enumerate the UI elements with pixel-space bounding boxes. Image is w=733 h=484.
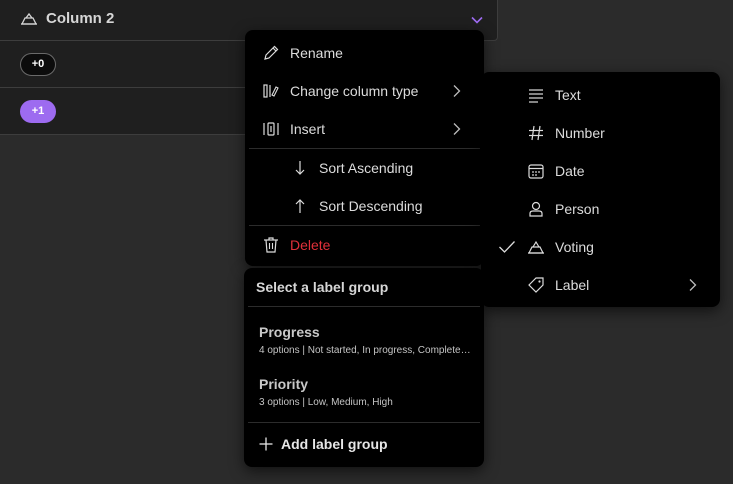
tag-icon [527, 276, 545, 294]
sort-descending-menu-item[interactable]: Sort Descending [245, 187, 484, 225]
plus-icon [259, 437, 273, 451]
hash-icon [527, 124, 545, 142]
label-group-option[interactable]: Priority 3 options | Low, Medium, High [244, 372, 484, 414]
column-title: Column 2 [20, 10, 114, 27]
table-row: +1 [0, 88, 248, 135]
arrow-up-icon [291, 197, 309, 215]
insert-menu-item[interactable]: Insert [245, 110, 484, 148]
chevron-down-icon[interactable] [470, 13, 484, 27]
table-row: +0 [0, 41, 248, 88]
rename-label: Rename [290, 45, 343, 61]
chevron-right-icon [688, 278, 698, 292]
type-option-text[interactable]: Text [481, 76, 720, 114]
menu-divider [248, 306, 480, 307]
add-label-group-label: Add label group [281, 436, 388, 452]
column-context-menu: Rename Change column type Insert Sort As… [245, 30, 484, 266]
type-option-label: Voting [555, 239, 594, 255]
type-option-person[interactable]: Person [481, 190, 720, 228]
type-option-label: Label [555, 277, 590, 293]
label-group-description: 4 options | Not started, In progress, Co… [259, 345, 474, 356]
pencil-icon [262, 44, 280, 62]
calendar-icon [527, 162, 545, 180]
insert-column-icon [262, 120, 280, 138]
label-group-description: 3 options | Low, Medium, High [259, 397, 393, 408]
label-group-title: Select a label group [256, 279, 389, 295]
type-option-label-type[interactable]: Label [481, 266, 720, 304]
trash-icon [262, 236, 280, 254]
label-group-option[interactable]: Progress 4 options | Not started, In pro… [244, 320, 484, 362]
label-group-name: Progress [259, 324, 320, 340]
vote-count-button[interactable]: +0 [20, 53, 56, 76]
type-option-date[interactable]: Date [481, 152, 720, 190]
delete-label: Delete [290, 237, 331, 253]
sort-ascending-label: Sort Ascending [319, 160, 414, 176]
add-label-group-button[interactable]: Add label group [259, 436, 388, 452]
sort-ascending-menu-item[interactable]: Sort Ascending [245, 149, 484, 187]
type-option-voting[interactable]: Voting [481, 228, 720, 266]
column-title-text: Column 2 [46, 10, 115, 27]
type-option-label: Person [555, 201, 600, 217]
sort-descending-label: Sort Descending [319, 198, 423, 214]
delete-menu-item[interactable]: Delete [245, 226, 484, 264]
label-group-menu: Select a label group Progress 4 options … [244, 268, 484, 467]
voting-icon [527, 238, 545, 256]
change-column-type-label: Change column type [290, 83, 419, 99]
label-group-name: Priority [259, 376, 309, 392]
rename-menu-item[interactable]: Rename [245, 34, 484, 72]
voting-icon [20, 11, 38, 27]
chevron-right-icon [452, 84, 462, 98]
type-option-label: Number [555, 125, 605, 141]
text-lines-icon [527, 86, 545, 104]
insert-label: Insert [290, 121, 326, 137]
type-option-label: Date [555, 163, 585, 179]
chevron-right-icon [452, 122, 462, 136]
type-option-number[interactable]: Number [481, 114, 720, 152]
type-option-label: Text [555, 87, 581, 103]
menu-divider [248, 422, 480, 423]
column-type-submenu: Text Number Date Person Voting Label [481, 72, 720, 307]
column-type-icon [262, 82, 280, 100]
change-column-type-menu-item[interactable]: Change column type [245, 72, 484, 110]
vote-count-button[interactable]: +1 [20, 100, 56, 123]
arrow-down-icon [291, 159, 309, 177]
person-icon [527, 200, 545, 218]
checkmark-icon [498, 240, 516, 254]
